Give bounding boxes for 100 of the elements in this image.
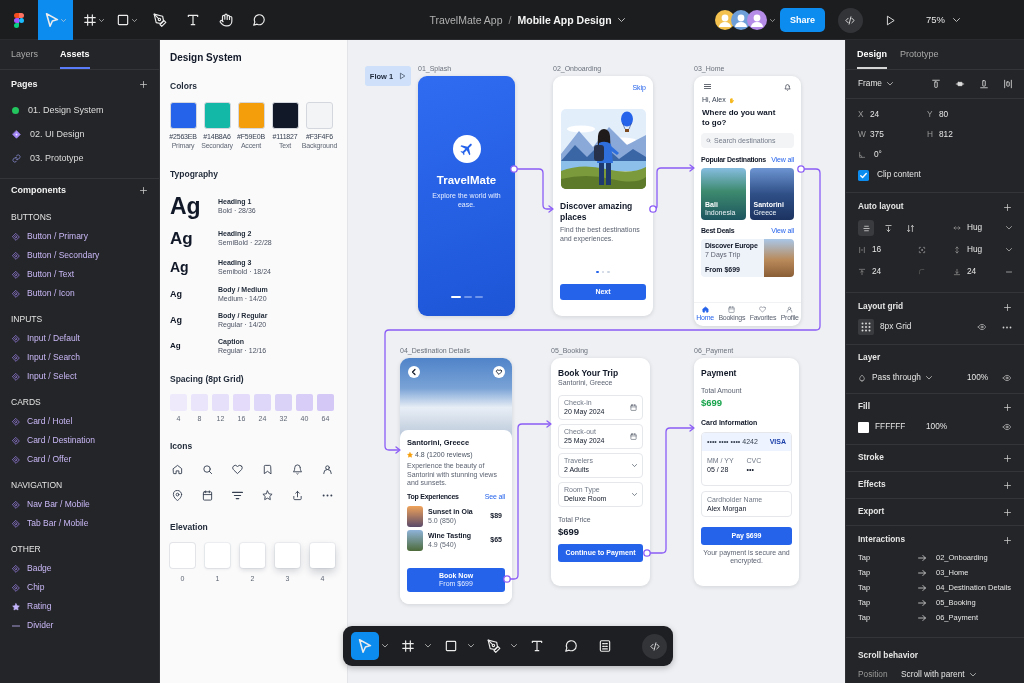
plus-icon[interactable] <box>1003 453 1012 463</box>
field-label: Position <box>858 669 889 680</box>
cursor-tool[interactable] <box>351 632 379 660</box>
color-swatch[interactable] <box>237 102 265 129</box>
plus-icon[interactable] <box>1003 480 1012 490</box>
panel-tab[interactable]: Prototype <box>900 40 939 69</box>
component-item[interactable]: Tab Bar / Mobile <box>0 514 159 533</box>
align-top-icon[interactable] <box>931 79 941 89</box>
file-name[interactable]: Mobile App Design <box>517 13 612 27</box>
app-logo-icon[interactable] <box>14 12 24 28</box>
color-swatch[interactable] <box>169 102 197 129</box>
more-icon[interactable] <box>1002 325 1012 329</box>
hex-field[interactable]: FFFFFF <box>875 422 926 432</box>
number-field[interactable]: 24 <box>967 267 977 277</box>
alignment-icon[interactable] <box>918 246 926 254</box>
frame-type-menu[interactable]: Frame <box>858 79 893 89</box>
number-field[interactable]: 24 <box>870 110 880 120</box>
component-item[interactable]: Nav Bar / Mobile <box>0 495 159 514</box>
caret-icon[interactable] <box>425 644 431 648</box>
type-sample: Ag <box>170 229 194 247</box>
chevron-down-icon[interactable] <box>1006 226 1012 230</box>
grid-name[interactable]: 8px Grid <box>880 322 912 332</box>
caret-icon[interactable] <box>511 644 517 648</box>
align-middle-icon[interactable] <box>955 79 965 89</box>
page-item[interactable]: 01. Design System <box>0 98 159 122</box>
connection-handle-icon[interactable] <box>643 549 651 557</box>
panel-tab[interactable]: Layers <box>11 40 38 69</box>
plus-icon[interactable] <box>1003 302 1012 312</box>
number-field[interactable]: 375 <box>870 130 884 140</box>
connection-handle-icon[interactable] <box>503 575 511 583</box>
color-swatch[interactable] <box>203 102 231 129</box>
panel-tab[interactable]: Design <box>857 40 887 69</box>
panel-tab[interactable]: Assets <box>60 40 90 69</box>
opacity-field[interactable]: 100% <box>926 422 948 432</box>
zoom-menu[interactable]: 75% <box>926 14 960 26</box>
component-item[interactable]: Input / Search <box>0 348 159 367</box>
component-item[interactable]: Rating <box>0 597 159 616</box>
color-swatch[interactable] <box>306 102 333 129</box>
connection-handle-icon[interactable] <box>510 165 518 173</box>
diamond-icon <box>12 417 20 426</box>
avatar[interactable] <box>746 10 767 30</box>
number-field[interactable]: 812 <box>939 130 953 140</box>
color-swatch[interactable] <box>271 102 299 129</box>
number-field[interactable]: 16 <box>872 245 882 255</box>
number-field[interactable]: 24 <box>872 267 882 277</box>
number-field[interactable]: 0° <box>874 150 882 160</box>
user-icon <box>321 463 333 475</box>
avatar[interactable] <box>730 10 751 30</box>
distribute-icon[interactable] <box>1003 79 1013 89</box>
chevron-down-icon[interactable] <box>1006 248 1012 252</box>
sizing-dropdown[interactable]: Hug <box>967 223 983 233</box>
menu-icon[interactable] <box>704 84 711 89</box>
opacity-field[interactable]: 100% <box>967 373 989 383</box>
component-item[interactable]: Button / Text <box>0 265 159 284</box>
bell-icon[interactable] <box>784 84 791 91</box>
component-item[interactable]: Button / Primary <box>0 227 159 246</box>
component-item[interactable]: Card / Offer <box>0 450 159 469</box>
caret-icon[interactable] <box>468 644 474 648</box>
code-button[interactable] <box>838 7 863 33</box>
plus-icon[interactable] <box>1003 507 1012 517</box>
component-item[interactable]: Input / Default <box>0 329 159 348</box>
plus-icon[interactable] <box>1003 202 1012 212</box>
connection-handle-icon[interactable] <box>797 165 805 173</box>
plus-icon[interactable] <box>1003 402 1012 412</box>
component-item[interactable]: Button / Icon <box>0 284 159 303</box>
eye-icon[interactable] <box>977 323 987 331</box>
eye-icon[interactable] <box>1002 374 1012 382</box>
caret-icon[interactable] <box>382 644 388 648</box>
connection-handle-icon[interactable] <box>649 205 657 213</box>
component-item[interactable]: Divider <box>0 616 159 635</box>
component-item[interactable]: Badge <box>0 559 159 578</box>
eye-icon[interactable] <box>1002 423 1012 431</box>
panel-title: Design System <box>170 51 243 65</box>
plus-icon[interactable] <box>1003 535 1012 545</box>
layout-direction-button[interactable] <box>858 220 874 236</box>
component-item[interactable]: Card / Destination <box>0 431 159 450</box>
code-button[interactable] <box>642 633 667 659</box>
plus-icon[interactable] <box>139 185 148 195</box>
chevron-down-icon[interactable] <box>617 18 625 22</box>
sizing-dropdown[interactable]: Hug <box>967 245 983 255</box>
checkbox[interactable] <box>858 169 869 181</box>
component-item[interactable]: Chip <box>0 578 159 597</box>
number-field[interactable]: 80 <box>939 110 949 120</box>
caret-icon[interactable] <box>769 18 775 22</box>
page-item[interactable]: 02. UI Design <box>0 122 159 146</box>
avatar[interactable] <box>714 10 735 30</box>
plus-icon[interactable] <box>139 79 148 89</box>
scroll-behavior-menu[interactable]: Scroll with parent <box>901 669 976 680</box>
component-item[interactable]: Input / Select <box>0 367 159 386</box>
page-item[interactable]: 03. Prototype <box>0 146 159 170</box>
present-button[interactable] <box>885 13 896 27</box>
screen-title: Where do you want to go? <box>702 108 777 128</box>
project-name[interactable]: TravelMate App <box>429 13 503 27</box>
blend-mode-menu[interactable]: Pass through <box>872 373 932 383</box>
component-item[interactable]: Button / Secondary <box>0 246 159 265</box>
heart-button-icon[interactable] <box>493 366 505 378</box>
align-bottom-icon[interactable] <box>979 79 989 89</box>
back-button-icon[interactable] <box>408 366 420 378</box>
color-swatch[interactable] <box>858 421 869 433</box>
component-item[interactable]: Card / Hotel <box>0 412 159 431</box>
